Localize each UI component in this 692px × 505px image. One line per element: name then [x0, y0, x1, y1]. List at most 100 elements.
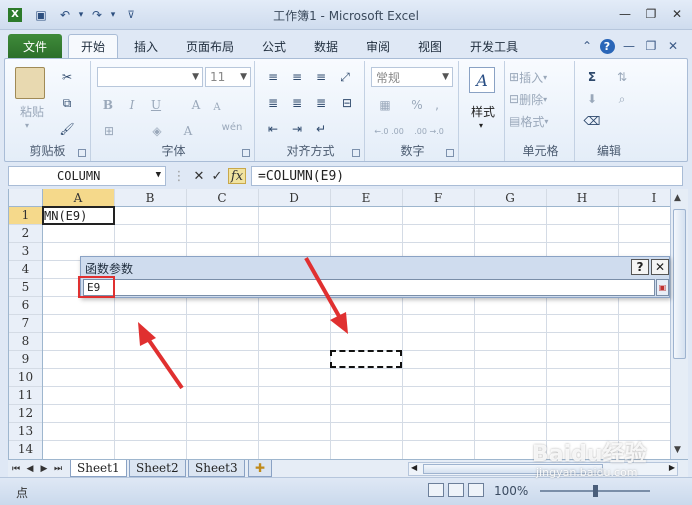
row-header-12[interactable]: 12 [9, 404, 42, 422]
autosum-button[interactable]: Σ [579, 67, 605, 87]
delete-cells-button[interactable]: ⊟ 删除 ▾ [509, 89, 571, 109]
row-header-2[interactable]: 2 [9, 224, 42, 242]
formula-input[interactable]: =COLUMN(E9) [251, 166, 683, 186]
copy-icon[interactable]: ⧉ [57, 93, 77, 113]
minimize-ribbon-icon[interactable]: ⌃ [580, 38, 594, 54]
cell-a1[interactable]: MN(E9) [42, 206, 115, 225]
align-left-icon[interactable]: ≣ [263, 93, 283, 113]
sheet-tab-1[interactable]: Sheet1 [70, 460, 127, 477]
sheet-tab-2[interactable]: Sheet2 [129, 460, 186, 477]
bold-button[interactable]: B [99, 95, 117, 115]
zoom-slider[interactable] [540, 485, 650, 497]
normal-view-icon[interactable] [428, 483, 444, 497]
format-cells-button[interactable]: ▤ 格式 ▾ [509, 111, 571, 131]
alignment-launcher-icon[interactable] [352, 149, 360, 157]
expand-dialog-icon[interactable]: ▣ [656, 279, 669, 296]
workbook-minimize-icon[interactable]: — [620, 38, 638, 54]
row-header-4[interactable]: 4 [9, 260, 42, 278]
scroll-up-icon[interactable]: ▲ [674, 193, 681, 203]
clear-icon[interactable]: ⌫ [579, 111, 605, 131]
cut-icon[interactable]: ✂ [57, 67, 77, 87]
align-right-icon[interactable]: ≣ [311, 93, 331, 113]
row-header-9[interactable]: 9 [9, 350, 42, 368]
tab-file[interactable]: 文件 [8, 34, 62, 58]
zoom-slider-thumb[interactable] [593, 485, 598, 497]
zoom-level[interactable]: 100% [494, 484, 528, 498]
column-header-a[interactable]: A [42, 189, 114, 206]
worksheet-grid[interactable]: ABCDEFGHI 1 2 3 4 5 6 7 8 9 10 11 12 13 14 MN(E9) [8, 189, 670, 459]
sheet-tab-3[interactable]: Sheet3 [188, 460, 245, 477]
font-color-button[interactable]: A [179, 121, 197, 141]
format-painter-icon[interactable]: 🖌 [57, 119, 77, 139]
chevron-down-icon[interactable]: ▼ [156, 170, 161, 180]
row-header-11[interactable]: 11 [9, 386, 42, 404]
prev-sheet-icon[interactable]: ◀ [24, 462, 36, 475]
tab-page-layout[interactable]: 页面布局 [178, 34, 242, 58]
font-launcher-icon[interactable] [242, 149, 250, 157]
clipboard-launcher-icon[interactable] [78, 149, 86, 157]
workbook-restore-icon[interactable]: ❐ [642, 38, 660, 54]
number-launcher-icon[interactable] [446, 149, 454, 157]
tab-data[interactable]: 数据 [306, 34, 346, 58]
column-header-g[interactable]: G [474, 189, 546, 206]
row-header-8[interactable]: 8 [9, 332, 42, 350]
underline-button[interactable]: U [147, 95, 165, 115]
row-header-6[interactable]: 6 [9, 296, 42, 314]
column-header-c[interactable]: C [186, 189, 258, 206]
row-header-13[interactable]: 13 [9, 422, 42, 440]
row-header-1[interactable]: 1 [9, 206, 42, 224]
argument-reference-input[interactable]: E9 [83, 279, 655, 296]
orientation-icon[interactable]: ⤢ [335, 67, 355, 87]
find-select-icon[interactable]: ⌕ [609, 89, 635, 109]
workbook-close-icon[interactable]: ✕ [664, 38, 682, 54]
dialog-help-button[interactable]: ? [631, 259, 649, 275]
paste-dropdown-icon[interactable]: ▾ [25, 121, 29, 130]
phonetic-button[interactable]: wén [217, 117, 247, 137]
styles-button[interactable]: 样式 [461, 103, 505, 120]
font-size-combo[interactable]: 11 ▼ [205, 67, 251, 87]
merge-center-icon[interactable]: ⊟ [335, 93, 359, 113]
scroll-left-icon[interactable]: ◀ [411, 463, 417, 472]
help-icon[interactable]: ? [598, 38, 616, 54]
shrink-font-button[interactable]: A [209, 97, 225, 117]
name-box[interactable]: COLUMN ▼ [8, 166, 166, 186]
tab-view[interactable]: 视图 [410, 34, 450, 58]
page-break-view-icon[interactable] [468, 483, 484, 497]
decrease-indent-icon[interactable]: ⇤ [263, 119, 283, 139]
vertical-scrollbar[interactable]: ▲ ▼ [670, 189, 688, 459]
grow-font-button[interactable]: A [187, 95, 205, 115]
column-header-f[interactable]: F [402, 189, 474, 206]
comma-button[interactable]: , [429, 95, 445, 115]
styles-icon[interactable]: A [469, 67, 495, 93]
borders-icon[interactable]: ⊞ [99, 121, 119, 141]
wrap-text-icon[interactable]: ↵ [311, 119, 331, 139]
column-header-h[interactable]: H [546, 189, 618, 206]
tab-home[interactable]: 开始 [68, 34, 118, 58]
enter-icon[interactable]: ✓ [208, 168, 226, 184]
column-header-d[interactable]: D [258, 189, 330, 206]
align-bottom-icon[interactable]: ≡ [311, 67, 331, 87]
tab-review[interactable]: 审阅 [358, 34, 398, 58]
first-sheet-icon[interactable]: ⏮ [10, 462, 22, 475]
row-header-14[interactable]: 14 [9, 440, 42, 458]
dialog-close-button[interactable]: ✕ [651, 259, 669, 275]
next-sheet-icon[interactable]: ▶ [38, 462, 50, 475]
tab-developer[interactable]: 开发工具 [462, 34, 526, 58]
last-sheet-icon[interactable]: ⏭ [52, 462, 64, 475]
row-header-5[interactable]: 5 [9, 278, 42, 296]
font-name-combo[interactable]: ▼ [97, 67, 203, 87]
cancel-icon[interactable]: ✕ [190, 168, 208, 184]
fill-color-icon[interactable]: ◈ [147, 121, 167, 141]
column-header-e[interactable]: E [330, 189, 402, 206]
increase-indent-icon[interactable]: ⇥ [287, 119, 307, 139]
decrease-decimal-button[interactable]: .00 →.0 [409, 121, 449, 141]
column-header-b[interactable]: B [114, 189, 186, 206]
align-center-icon[interactable]: ≣ [287, 93, 307, 113]
italic-button[interactable]: I [123, 95, 141, 115]
column-header-i[interactable]: I [618, 189, 670, 206]
vertical-scroll-thumb[interactable] [673, 209, 686, 359]
row-header-7[interactable]: 7 [9, 314, 42, 332]
minimize-icon[interactable]: — [612, 4, 638, 24]
currency-icon[interactable]: ▦ [373, 95, 397, 115]
row-header-10[interactable]: 10 [9, 368, 42, 386]
